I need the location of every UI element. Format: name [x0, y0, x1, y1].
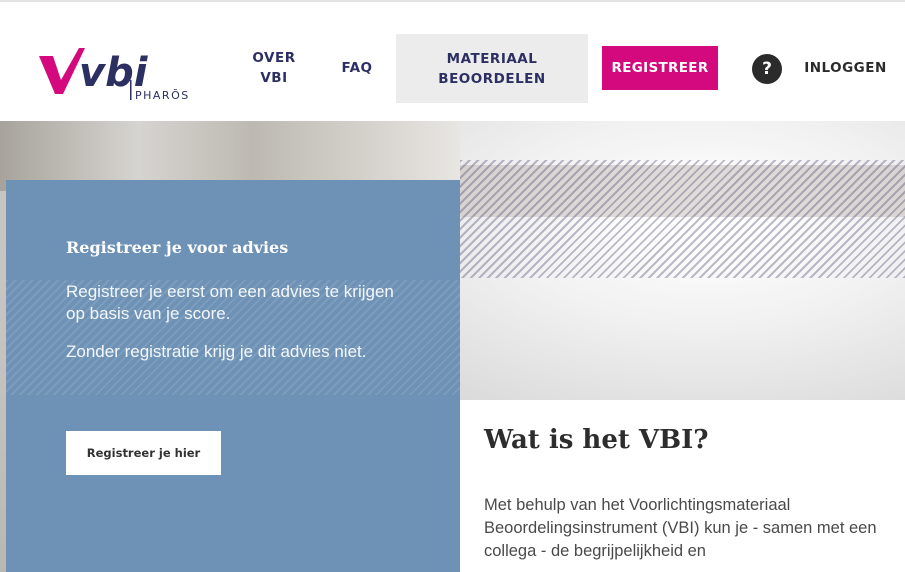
help-icon[interactable]: ? [752, 54, 782, 84]
registreer-hier-button[interactable]: Registreer je hier [66, 431, 221, 475]
inloggen-link[interactable]: INLOGGEN [803, 58, 888, 78]
nav-materiaal-label: MATERIAAL BEOORDELEN [438, 50, 546, 87]
nav-faq[interactable]: FAQ [340, 58, 374, 78]
vbi-logo[interactable]: vbi PHARŌS [35, 42, 215, 104]
site-header: vbi PHARŌS OVER VBI FAQ MATERIAAL BEOORD… [0, 0, 905, 121]
hatch-pattern [460, 160, 905, 278]
nav-over-vbi[interactable]: OVER VBI [250, 48, 298, 88]
panel-title: Registreer je voor advies [66, 238, 289, 257]
panel-text-1: Registreer je eerst om een advies te kri… [66, 282, 394, 323]
registreer-button[interactable]: REGISTREER [602, 46, 718, 90]
panel-text-2: Zonder registratie krijg je dit advies n… [66, 342, 367, 361]
card-text: Met behulp van het Voorlichtingsmateriaa… [484, 496, 877, 560]
logo-subtitle: PHARŌS [135, 89, 190, 102]
nav-materiaal-beoordelen[interactable]: MATERIAAL BEOORDELEN [396, 34, 588, 103]
card-title: Wat is het VBI? [484, 425, 709, 455]
